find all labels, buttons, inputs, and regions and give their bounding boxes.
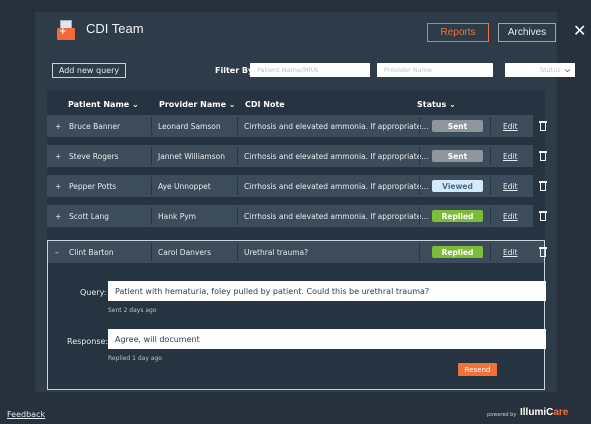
query-text-field[interactable]: Patient with hematuria, foley pulled by … xyxy=(108,281,546,301)
column-header-provider[interactable]: Provider Name ⌄ xyxy=(159,100,236,109)
trash-icon[interactable] xyxy=(539,247,547,257)
reports-button[interactable]: Reports xyxy=(427,23,489,42)
status-badge: Sent xyxy=(432,150,483,162)
add-new-query-button[interactable]: Add new query xyxy=(52,63,126,78)
edit-link[interactable]: Edit xyxy=(503,241,518,263)
status-select-label: Status xyxy=(540,66,561,74)
chevron-down-icon: ⌵ xyxy=(564,65,570,74)
provider-name-input[interactable]: Provider Name xyxy=(377,63,493,77)
patient-name: Clint Barton xyxy=(69,247,114,257)
provider-name: Jannet Williamson xyxy=(158,151,225,161)
queries-table: Patient Name ⌄ Provider Name ⌄ CDI Note … xyxy=(47,91,547,390)
filter-by-label: Filter By xyxy=(215,66,254,75)
trash-icon[interactable] xyxy=(539,151,547,161)
cdi-note: Cirrhosis and elevated ammonia. If appro… xyxy=(244,211,429,221)
expand-row-icon[interactable]: + xyxy=(55,175,61,197)
trash-icon[interactable] xyxy=(539,211,547,221)
query-sent-time: Sent 2 days ago xyxy=(108,307,157,314)
expand-row-icon[interactable]: + xyxy=(55,205,61,227)
archives-button[interactable]: Archives xyxy=(498,23,556,42)
patient-name: Scott Lang xyxy=(69,211,110,221)
provider-name: Aye Unnoppet xyxy=(158,181,211,191)
table-row[interactable]: + Bruce Banner Leonard Samson Cirrhosis … xyxy=(47,115,547,137)
cdi-note: Cirrhosis and elevated ammonia. If appro… xyxy=(244,151,429,161)
status-badge: Sent xyxy=(432,120,483,132)
patient-name: Pepper Potts xyxy=(69,181,117,191)
cdi-team-modal: CDI Team Reports Archives Add new query … xyxy=(35,12,575,392)
expand-row-icon[interactable]: + xyxy=(55,145,61,167)
table-row[interactable]: – Clint Barton Carol Danvers Urethral tr… xyxy=(48,241,547,263)
expanded-row-panel: – Clint Barton Carol Danvers Urethral tr… xyxy=(47,240,547,390)
brand-name-part1: IllumiC xyxy=(520,407,554,418)
filter-bar: Add new query Filter By Patient Name/MRN… xyxy=(35,58,575,88)
patient-name-input[interactable]: Patient Name/MRN xyxy=(250,63,370,77)
column-header-cdi-note: CDI Note xyxy=(245,100,285,109)
provider-name: Hank Pym xyxy=(158,211,196,221)
collapse-row-icon[interactable]: – xyxy=(55,241,59,263)
response-replied-time: Replied 1 day ago xyxy=(108,355,162,362)
edit-link[interactable]: Edit xyxy=(503,175,518,197)
powered-by-label: powered by xyxy=(487,412,517,418)
edit-link[interactable]: Edit xyxy=(503,145,518,167)
trash-icon[interactable] xyxy=(539,121,547,131)
cdi-note: Cirrhosis and elevated ammonia. If appro… xyxy=(244,121,429,131)
status-badge: Replied xyxy=(432,246,483,258)
cdi-note: Cirrhosis and elevated ammonia. If appro… xyxy=(244,181,429,191)
status-badge: Replied xyxy=(432,210,483,222)
table-row[interactable]: + Scott Lang Hank Pym Cirrhosis and elev… xyxy=(47,205,547,227)
feedback-link[interactable]: Feedback xyxy=(7,410,45,419)
table-row[interactable]: + Steve Rogers Jannet Williamson Cirrhos… xyxy=(47,145,547,167)
close-icon[interactable]: ✕ xyxy=(573,21,586,40)
edit-link[interactable]: Edit xyxy=(503,115,518,137)
provider-name: Carol Danvers xyxy=(158,247,211,257)
expand-row-icon[interactable]: + xyxy=(55,115,61,137)
response-label: Response: xyxy=(67,337,109,346)
patient-name: Bruce Banner xyxy=(69,121,121,131)
cdi-logo-icon xyxy=(57,20,75,40)
column-header-status[interactable]: Status ⌄ xyxy=(417,100,456,109)
status-badge: Viewed xyxy=(432,180,483,192)
illumicare-logo: IllumiCare xyxy=(520,407,568,418)
column-header-patient[interactable]: Patient Name ⌄ xyxy=(68,100,139,109)
table-row[interactable]: + Pepper Potts Aye Unnoppet Cirrhosis an… xyxy=(47,175,547,197)
provider-name: Leonard Samson xyxy=(158,121,221,131)
modal-header: CDI Team Reports Archives xyxy=(35,12,557,52)
brand-name-part2: are xyxy=(553,407,569,418)
page-title: CDI Team xyxy=(86,21,144,36)
response-text-field[interactable]: Agree, will document xyxy=(108,329,546,349)
status-select[interactable]: Status ⌵ xyxy=(505,63,575,77)
cdi-note: Urethral trauma? xyxy=(244,247,309,257)
query-label: Query: xyxy=(80,288,107,297)
trash-icon[interactable] xyxy=(539,181,547,191)
edit-link[interactable]: Edit xyxy=(503,205,518,227)
resend-button[interactable]: Resend xyxy=(458,363,497,376)
patient-name: Steve Rogers xyxy=(69,151,119,161)
